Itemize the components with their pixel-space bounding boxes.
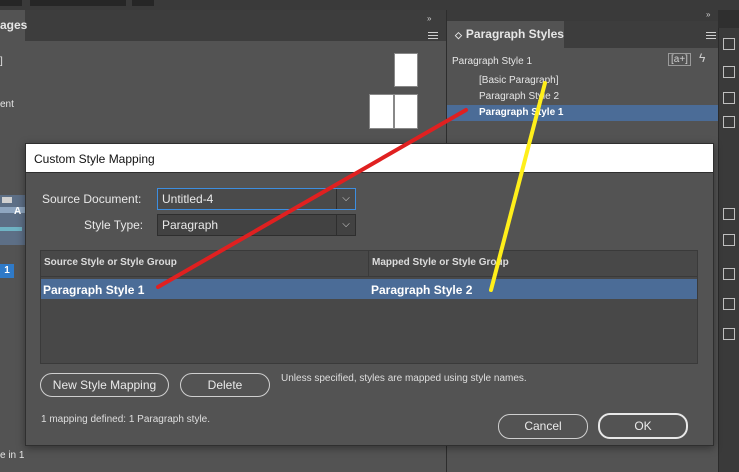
dock-header — [718, 10, 739, 28]
delete-button[interactable]: Delete — [180, 373, 270, 397]
dock-tool-icon[interactable] — [723, 208, 735, 220]
pages-panel-tab-bar — [25, 10, 446, 41]
create-style-group-button[interactable]: [a+] — [668, 53, 691, 66]
dock-tool-icon[interactable] — [723, 298, 735, 310]
current-style-name: Paragraph Style 1 — [452, 56, 533, 67]
pages-panel-fragment: ] — [0, 56, 3, 67]
dock-tool-icon[interactable] — [723, 268, 735, 280]
cancel-button[interactable]: Cancel — [498, 414, 588, 439]
dock-tool-icon[interactable] — [723, 38, 735, 50]
collapse-panel-icon[interactable]: » — [427, 14, 431, 23]
application-top-bar — [0, 0, 739, 10]
dock-tool-icon[interactable] — [723, 234, 735, 246]
source-document-label: Source Document: — [42, 192, 142, 206]
source-style-cell[interactable]: Paragraph Style 1 — [43, 280, 144, 300]
dock-tool-icon[interactable] — [723, 92, 735, 104]
paragraph-styles-top-strip — [447, 10, 718, 21]
tab-pages[interactable]: ages — [0, 10, 27, 41]
tab-arrows-icon: ◇ — [455, 30, 462, 40]
tab-paragraph-styles[interactable]: ◇ Paragraph Styles — [447, 21, 564, 48]
column-header-source[interactable]: Source Style or Style Group — [44, 250, 177, 276]
column-header-mapped[interactable]: Mapped Style or Style Group — [372, 250, 509, 276]
page-thumbnail[interactable] — [394, 94, 418, 129]
mapped-style-cell[interactable]: Paragraph Style 2 — [371, 280, 472, 300]
page-thumbnail[interactable] — [369, 94, 394, 129]
dock-tool-icon[interactable] — [723, 328, 735, 340]
chevron-down-icon: ⌵ — [336, 215, 355, 235]
paragraph-styles-menu-icon[interactable] — [706, 30, 716, 41]
collapse-panel-icon[interactable]: » — [706, 10, 710, 19]
top-bar-block — [30, 0, 126, 6]
style-type-select[interactable]: Paragraph ⌵ — [157, 214, 356, 236]
style-type-label: Style Type: — [84, 218, 144, 232]
column-divider — [368, 250, 369, 277]
style-list-item[interactable]: Paragraph Style 2 — [447, 89, 718, 105]
mapping-note: Unless specified, styles are mapped usin… — [281, 373, 527, 384]
chevron-down-icon: ⌵ — [336, 189, 355, 209]
source-document-select[interactable]: Untitled-4 ⌵ — [157, 188, 356, 210]
pages-panel-menu-icon[interactable] — [428, 30, 438, 41]
page-letter: A — [14, 206, 22, 217]
page-number-badge: 1 — [0, 264, 14, 278]
quick-apply-lightning-icon[interactable]: ϟ — [699, 51, 705, 65]
source-document-value: Untitled-4 — [162, 192, 214, 206]
new-style-mapping-button[interactable]: New Style Mapping — [40, 373, 169, 397]
ok-button[interactable]: OK — [598, 413, 688, 439]
mapping-status: 1 mapping defined: 1 Paragraph style. — [41, 414, 210, 425]
style-list-item[interactable]: [Basic Paragraph] — [447, 73, 718, 89]
pages-panel-fragment: ent — [0, 99, 14, 110]
pages-status-fragment: e in 1 — [0, 450, 25, 461]
dock-tool-icon[interactable] — [723, 66, 735, 78]
dialog-title: Custom Style Mapping — [25, 143, 714, 173]
style-list-item-selected[interactable]: Paragraph Style 1 — [447, 105, 718, 121]
style-type-value: Paragraph — [162, 218, 219, 232]
top-bar-block — [0, 0, 22, 6]
master-page-thumbnail[interactable] — [394, 53, 418, 87]
dock-tool-icon[interactable] — [723, 116, 735, 128]
top-bar-block — [132, 0, 154, 6]
pages-thumbnail-fragment — [0, 195, 25, 245]
